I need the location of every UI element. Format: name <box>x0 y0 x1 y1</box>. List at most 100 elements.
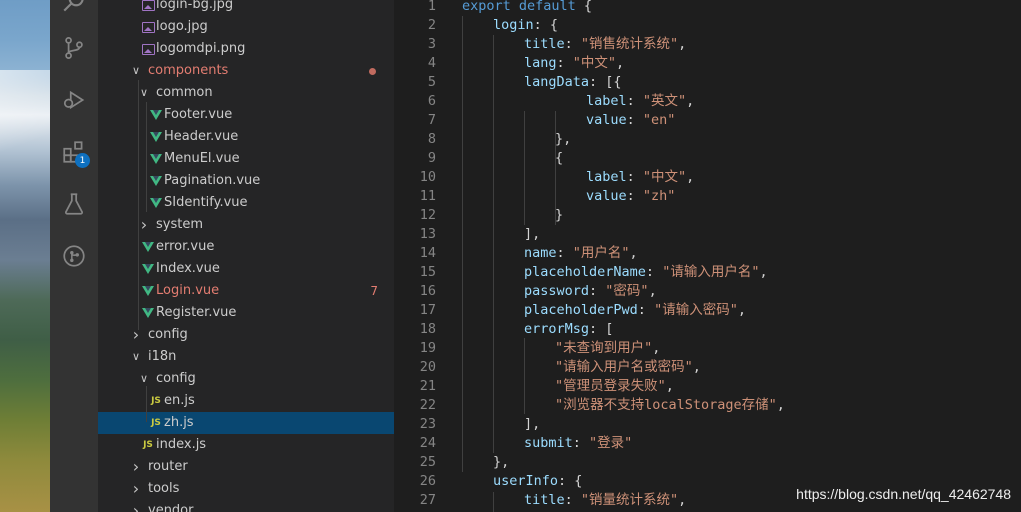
code-line[interactable]: 24 submit: "登录" <box>394 434 1021 453</box>
chevron-right-icon[interactable]: › <box>128 500 144 512</box>
indent-guide <box>555 111 556 225</box>
code-line[interactable]: 21 "管理员登录失败", <box>394 377 1021 396</box>
code-line[interactable]: 5 langData: [{ <box>394 73 1021 92</box>
test-flask-icon[interactable] <box>50 184 98 224</box>
code-line[interactable]: 17 placeholderPwd: "请输入密码", <box>394 301 1021 320</box>
line-number: 4 <box>427 55 436 71</box>
tree-item-label: system <box>156 217 203 232</box>
code-line[interactable]: 9{ <box>394 149 1021 168</box>
extensions-icon[interactable]: 1 <box>50 132 98 172</box>
tree-item[interactable]: JS en.js <box>98 390 394 412</box>
tree-item-label: config <box>148 327 188 342</box>
line-number: 16 <box>419 283 436 299</box>
code-line[interactable]: 7 value: "en" <box>394 111 1021 130</box>
git-graph-icon[interactable] <box>50 236 98 276</box>
tree-item[interactable]: error.vue <box>98 236 394 258</box>
code-line[interactable]: 12} <box>394 206 1021 225</box>
tree-item[interactable]: MenuEl.vue <box>98 148 394 170</box>
tree-item-label: SIdentify.vue <box>164 195 248 210</box>
tree-item[interactable]: › router <box>98 456 394 478</box>
line-number: 12 <box>419 207 436 223</box>
tree-item[interactable]: JS zh.js <box>98 412 394 434</box>
code-editor[interactable]: 1 export default { 2 login: {3 title: "销售统计系… <box>394 0 1021 512</box>
image-file-icon <box>140 38 156 60</box>
code-line[interactable]: 14 name: "用户名", <box>394 244 1021 263</box>
code-line[interactable]: 19 "未查询到用户", <box>394 339 1021 358</box>
indent-guide <box>524 338 525 414</box>
code-text: submit: "登录" <box>524 435 633 451</box>
code-line[interactable]: 8}, <box>394 130 1021 149</box>
tree-item[interactable]: ∨ components <box>98 60 394 82</box>
code-text: value: "en" <box>586 112 676 128</box>
code-line[interactable]: 15 placeholderName: "请输入用户名", <box>394 263 1021 282</box>
chevron-down-icon[interactable]: ∨ <box>128 60 144 82</box>
code-text: title: "销售统计系统", <box>524 36 687 52</box>
tree-item-label: tools <box>148 481 180 496</box>
tree-item-label: components <box>148 63 229 78</box>
tree-item[interactable]: logomdpi.png <box>98 38 394 60</box>
code-line[interactable]: 4 lang: "中文", <box>394 54 1021 73</box>
tree-item-label: error.vue <box>156 239 215 254</box>
tree-item[interactable]: › vendor <box>98 500 394 512</box>
indent-guide <box>146 102 147 212</box>
code-line[interactable]: 2 login: { <box>394 16 1021 35</box>
line-number: 5 <box>427 74 436 90</box>
tree-item[interactable]: ∨ i18n <box>98 346 394 368</box>
code-line[interactable]: 11 value: "zh" <box>394 187 1021 206</box>
line-number: 1 <box>427 0 436 14</box>
tree-item[interactable]: Footer.vue <box>98 104 394 126</box>
tree-item[interactable]: ∨ config <box>98 368 394 390</box>
vue-file-icon <box>148 170 164 192</box>
debug-icon[interactable] <box>50 80 98 120</box>
problem-count-badge: 7 <box>370 284 378 298</box>
code-line[interactable]: 1 export default { <box>394 0 1021 16</box>
code-line[interactable]: 20 "请输入用户名或密码", <box>394 358 1021 377</box>
vue-file-icon <box>140 236 156 258</box>
tree-item-label: en.js <box>164 393 195 408</box>
code-line[interactable]: 13], <box>394 225 1021 244</box>
tree-item-label: MenuEl.vue <box>164 151 240 166</box>
code-line[interactable]: 23], <box>394 415 1021 434</box>
line-number: 14 <box>419 245 436 261</box>
search-icon[interactable] <box>50 0 98 22</box>
line-number: 18 <box>419 321 436 337</box>
tree-item[interactable]: › tools <box>98 478 394 500</box>
code-line[interactable]: 3 title: "销售统计系统", <box>394 35 1021 54</box>
code-line[interactable]: 10 label: "中文", <box>394 168 1021 187</box>
code-text: label: "英文", <box>586 93 695 109</box>
code-line[interactable]: 6 label: "英文", <box>394 92 1021 111</box>
chevron-down-icon[interactable]: ∨ <box>128 346 144 368</box>
code-line[interactable]: 16 password: "密码", <box>394 282 1021 301</box>
code-line[interactable]: 22 "浏览器不支持localStorage存储", <box>394 396 1021 415</box>
code-text: lang: "中文", <box>524 55 625 71</box>
code-text: label: "中文", <box>586 169 695 185</box>
line-number: 9 <box>427 150 436 166</box>
code-line[interactable]: 25}, <box>394 453 1021 472</box>
tree-item[interactable]: Pagination.vue <box>98 170 394 192</box>
tree-item[interactable]: Header.vue <box>98 126 394 148</box>
tree-item[interactable]: ∨ common <box>98 82 394 104</box>
chevron-right-icon[interactable]: › <box>128 456 144 478</box>
tree-item[interactable]: JS index.js <box>98 434 394 456</box>
chevron-right-icon[interactable]: › <box>128 324 144 346</box>
tree-item[interactable]: Index.vue <box>98 258 394 280</box>
vue-file-icon <box>148 104 164 126</box>
code-text: login: { <box>493 17 559 33</box>
tree-item[interactable]: logo.jpg <box>98 16 394 38</box>
chevron-right-icon[interactable]: › <box>128 478 144 500</box>
tree-item[interactable]: SIdentify.vue <box>98 192 394 214</box>
tree-item[interactable]: › system <box>98 214 394 236</box>
tree-item[interactable]: › config <box>98 324 394 346</box>
tree-item-label: logomdpi.png <box>156 41 246 56</box>
tree-item-label: zh.js <box>164 415 194 430</box>
code-text: "管理员登录失败", <box>555 378 674 394</box>
source-control-icon[interactable] <box>50 28 98 68</box>
tree-item[interactable]: Register.vue <box>98 302 394 324</box>
code-text: export default { <box>462 0 593 14</box>
vue-file-icon <box>148 148 164 170</box>
chevron-down-icon[interactable]: ∨ <box>136 368 152 390</box>
tree-item-label: Login.vue <box>156 283 220 298</box>
tree-item[interactable]: Login.vue 7 <box>98 280 394 302</box>
code-line[interactable]: 18 errorMsg: [ <box>394 320 1021 339</box>
tree-item[interactable]: login-bg.jpg <box>98 0 394 16</box>
